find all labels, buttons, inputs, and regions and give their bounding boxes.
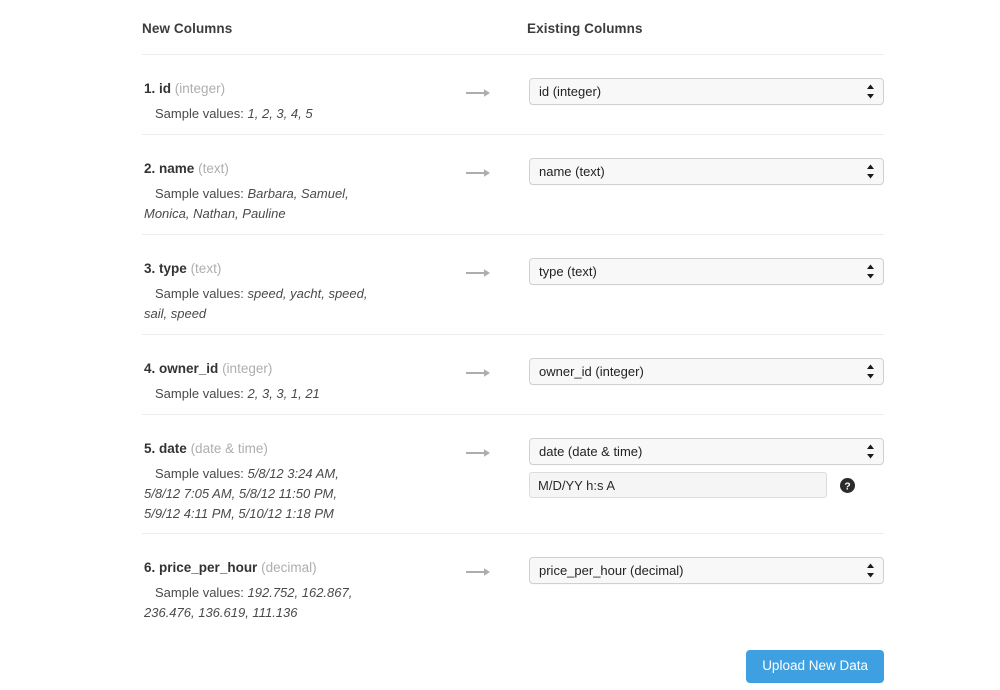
sample-values: Sample values: 2, 3, 3, 1, 21 bbox=[144, 384, 376, 404]
sample-values: Sample values: 192.752, 162.867, 236.476… bbox=[144, 583, 376, 623]
table-header-row: New Columns Existing Columns bbox=[142, 0, 884, 54]
new-column-cell: 3. type (text) Sample values: speed, yac… bbox=[142, 235, 447, 324]
existing-column-select-wrap: owner_id (integer) bbox=[529, 358, 884, 385]
date-format-input[interactable] bbox=[529, 472, 827, 498]
column-type: (text) bbox=[198, 161, 229, 176]
existing-column-select-wrap: date (date & time) bbox=[529, 438, 884, 465]
footer-actions: Upload New Data bbox=[142, 650, 884, 683]
mapping-arrow-cell bbox=[447, 235, 511, 278]
new-column-name: 2. name (text) bbox=[144, 160, 447, 178]
column-label: price_per_hour bbox=[159, 560, 258, 575]
new-column-name: 3. type (text) bbox=[144, 260, 447, 278]
column-label: date bbox=[159, 441, 187, 456]
arrow-right-icon bbox=[465, 568, 490, 576]
table-row: 6. price_per_hour (decimal) Sample value… bbox=[142, 534, 884, 633]
existing-column-select[interactable]: price_per_hour (decimal) bbox=[529, 557, 884, 584]
new-column-cell: 6. price_per_hour (decimal) Sample value… bbox=[142, 534, 447, 623]
mapping-arrow-cell bbox=[447, 335, 511, 378]
arrow-right-icon bbox=[465, 89, 490, 97]
date-format-row: ? bbox=[529, 472, 884, 498]
existing-column-cell: name (text) bbox=[511, 135, 884, 185]
sample-values: Sample values: 5/8/12 3:24 AM, 5/8/12 7:… bbox=[144, 464, 376, 524]
new-column-cell: 1. id (integer) Sample values: 1, 2, 3, … bbox=[142, 55, 447, 124]
sample-values-text: 1, 2, 3, 4, 5 bbox=[247, 106, 313, 121]
sample-values-label: Sample values: bbox=[155, 466, 244, 481]
existing-columns-header: Existing Columns bbox=[527, 21, 643, 36]
existing-column-select[interactable]: date (date & time) bbox=[529, 438, 884, 465]
new-column-cell: 5. date (date & time) Sample values: 5/8… bbox=[142, 415, 447, 524]
row-index: 5. bbox=[144, 441, 156, 456]
arrow-right-icon bbox=[465, 169, 490, 177]
new-column-name: 6. price_per_hour (decimal) bbox=[144, 559, 447, 577]
sample-values: Sample values: 1, 2, 3, 4, 5 bbox=[144, 104, 376, 124]
column-type: (integer) bbox=[222, 361, 273, 376]
table-row: 1. id (integer) Sample values: 1, 2, 3, … bbox=[142, 55, 884, 134]
sample-values: Sample values: speed, yacht, speed, sail… bbox=[144, 284, 376, 324]
table-row: 4. owner_id (integer) Sample values: 2, … bbox=[142, 335, 884, 414]
sample-values-label: Sample values: bbox=[155, 386, 244, 401]
sample-values-label: Sample values: bbox=[155, 186, 244, 201]
row-index: 4. bbox=[144, 361, 156, 376]
table-row: 2. name (text) Sample values: Barbara, S… bbox=[142, 135, 884, 234]
existing-column-select[interactable]: owner_id (integer) bbox=[529, 358, 884, 385]
column-type: (integer) bbox=[174, 81, 226, 96]
existing-column-select[interactable]: id (integer) bbox=[529, 78, 884, 105]
arrow-right-icon bbox=[465, 449, 490, 457]
sample-values-label: Sample values: bbox=[155, 585, 244, 600]
existing-column-cell: date (date & time) ? bbox=[511, 415, 884, 498]
arrow-right-icon bbox=[465, 269, 490, 277]
new-column-cell: 4. owner_id (integer) Sample values: 2, … bbox=[142, 335, 447, 404]
column-label: name bbox=[159, 161, 195, 176]
column-type: (decimal) bbox=[261, 560, 317, 575]
existing-column-select[interactable]: name (text) bbox=[529, 158, 884, 185]
sample-values-text: 2, 3, 3, 1, 21 bbox=[247, 386, 320, 401]
existing-column-cell: price_per_hour (decimal) bbox=[511, 534, 884, 584]
new-column-name: 5. date (date & time) bbox=[144, 440, 447, 458]
existing-column-select[interactable]: type (text) bbox=[529, 258, 884, 285]
svg-text:?: ? bbox=[844, 481, 850, 492]
mapping-arrow-cell bbox=[447, 135, 511, 178]
column-type: (date & time) bbox=[190, 441, 268, 456]
existing-column-select-wrap: price_per_hour (decimal) bbox=[529, 557, 884, 584]
row-index: 3. bbox=[144, 261, 156, 276]
table-row: 5. date (date & time) Sample values: 5/8… bbox=[142, 415, 884, 533]
mapping-arrow-cell bbox=[447, 415, 511, 458]
row-index: 1. bbox=[144, 81, 156, 96]
existing-column-cell: id (integer) bbox=[511, 55, 884, 105]
sample-values-label: Sample values: bbox=[155, 286, 244, 301]
existing-column-select-wrap: name (text) bbox=[529, 158, 884, 185]
upload-column-mapping-page: New Columns Existing Columns 1. id (inte… bbox=[0, 0, 1000, 690]
column-type: (text) bbox=[190, 261, 222, 276]
upload-new-data-button[interactable]: Upload New Data bbox=[746, 650, 884, 683]
column-label: id bbox=[159, 81, 172, 96]
sample-values-label: Sample values: bbox=[155, 106, 244, 121]
mapping-arrow-cell bbox=[447, 55, 511, 98]
column-label: owner_id bbox=[159, 361, 219, 376]
new-columns-header: New Columns bbox=[142, 21, 233, 36]
column-label: type bbox=[159, 261, 187, 276]
row-index: 6. bbox=[144, 560, 156, 575]
question-mark-circle-icon[interactable]: ? bbox=[840, 477, 855, 493]
table-row: 3. type (text) Sample values: speed, yac… bbox=[142, 235, 884, 334]
existing-column-select-wrap: id (integer) bbox=[529, 78, 884, 105]
sample-values: Sample values: Barbara, Samuel, Monica, … bbox=[144, 184, 376, 224]
mapping-arrow-cell bbox=[447, 534, 511, 577]
new-column-name: 1. id (integer) bbox=[144, 80, 447, 98]
row-index: 2. bbox=[144, 161, 156, 176]
existing-column-cell: owner_id (integer) bbox=[511, 335, 884, 385]
existing-column-cell: type (text) bbox=[511, 235, 884, 285]
existing-column-select-wrap: type (text) bbox=[529, 258, 884, 285]
new-column-name: 4. owner_id (integer) bbox=[144, 360, 447, 378]
new-column-cell: 2. name (text) Sample values: Barbara, S… bbox=[142, 135, 447, 224]
column-mapping-table: New Columns Existing Columns 1. id (inte… bbox=[142, 0, 884, 633]
arrow-right-icon bbox=[465, 369, 490, 377]
